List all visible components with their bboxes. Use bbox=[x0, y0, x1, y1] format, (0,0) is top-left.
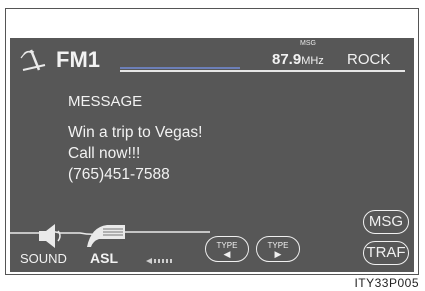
message-body: Win a trip to Vegas! Call now!!! (765)45… bbox=[68, 122, 202, 185]
triangle-left-icon: ◀ bbox=[223, 249, 231, 259]
frequency-display: 87.9MHz bbox=[272, 51, 324, 68]
message-title: MESSAGE bbox=[68, 93, 143, 110]
header-accent-line bbox=[120, 67, 240, 69]
asl-level-icon bbox=[146, 258, 172, 264]
genre-label: ROCK bbox=[347, 51, 391, 68]
traf-button[interactable]: TRAF bbox=[363, 241, 409, 265]
frequency-value: 87.9 bbox=[272, 51, 302, 68]
speaker-icon[interactable] bbox=[35, 221, 65, 251]
type-prev-button[interactable]: TYPE ◀ bbox=[205, 236, 249, 262]
header-divider bbox=[120, 70, 405, 72]
type-next-button[interactable]: TYPE ▶ bbox=[256, 236, 300, 262]
asl-button[interactable]: ASL bbox=[90, 250, 118, 266]
radio-screen: FM1 MSG 87.9MHz ROCK MESSAGE Win a trip … bbox=[10, 38, 414, 272]
asl-icon[interactable] bbox=[85, 219, 127, 251]
sound-button[interactable]: SOUND bbox=[20, 251, 67, 266]
message-line: Call now!!! bbox=[68, 145, 141, 162]
msg-button[interactable]: MSG bbox=[363, 210, 409, 234]
msg-indicator: MSG bbox=[300, 40, 316, 47]
frequency-unit: MHz bbox=[301, 55, 324, 67]
message-line: (765)451-7588 bbox=[68, 166, 170, 183]
antenna-icon bbox=[20, 49, 46, 71]
triangle-right-icon: ▶ bbox=[274, 249, 282, 259]
figure-caption: ITY33P005 bbox=[354, 276, 419, 290]
band-label: FM1 bbox=[56, 47, 100, 72]
message-line: Win a trip to Vegas! bbox=[68, 124, 203, 141]
